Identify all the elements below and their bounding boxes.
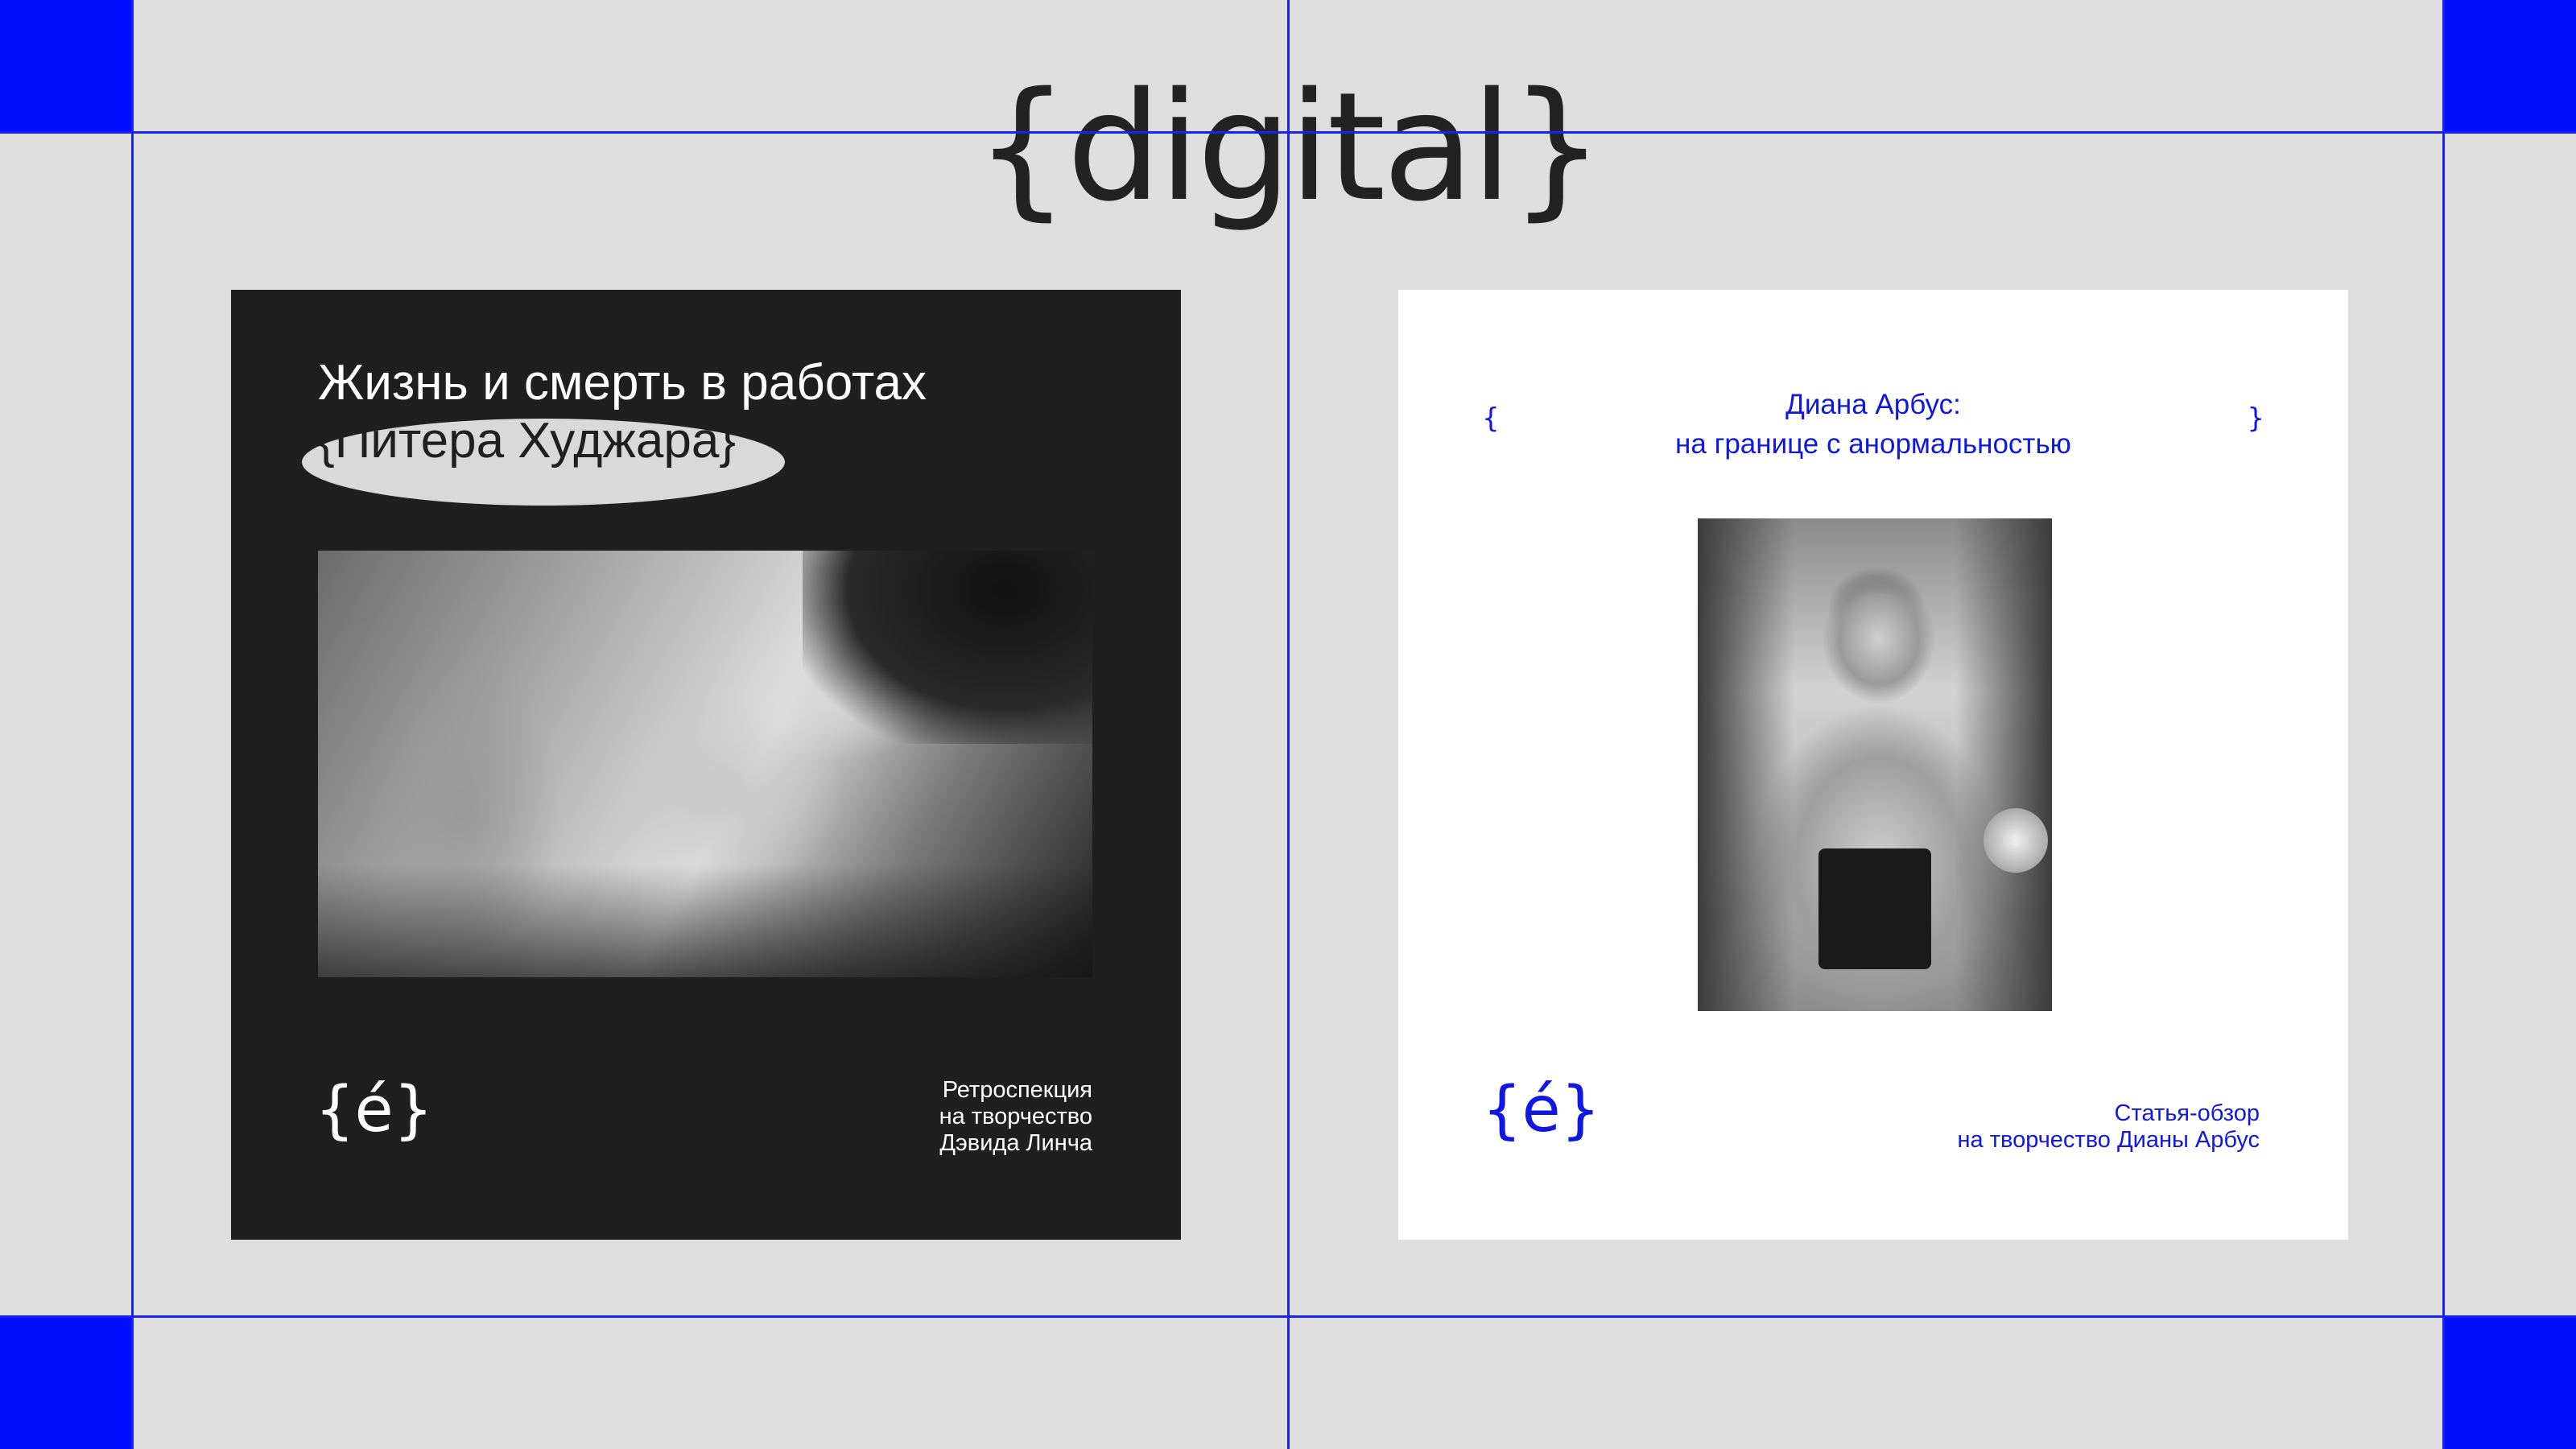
light-caption-line: на творчество Дианы Арбус xyxy=(1957,1127,2260,1153)
light-card-title-line1: Диана Арбус: xyxy=(1785,389,1961,420)
brand-logo: {é} xyxy=(1482,1074,1601,1146)
flash-icon xyxy=(1984,808,2048,873)
light-card-title: Диана Арбус: на границе с анормальностью xyxy=(1398,385,2348,464)
dark-card-caption: Ретроспекция на творчество Дэвида Линча xyxy=(690,1077,1092,1157)
dark-card-title-line1: Жизнь и смерть в работах xyxy=(318,355,927,411)
guide-line-center xyxy=(1287,0,1290,1449)
light-caption-line: Статья-обзор xyxy=(2114,1100,2260,1126)
brand-logo: {é} xyxy=(315,1074,434,1146)
camera-icon xyxy=(1818,848,1931,969)
dark-caption-line: Дэвида Линча xyxy=(939,1130,1092,1156)
guide-line-left xyxy=(131,0,134,1449)
dark-caption-line: на творчество xyxy=(939,1104,1092,1129)
photo-trees-left xyxy=(1698,518,1794,1011)
guide-line-right xyxy=(2442,0,2445,1449)
light-post-card: { } Диана Арбус: на границе с анормально… xyxy=(1398,290,2348,1240)
photo-woman-with-cameras xyxy=(1698,518,2052,1011)
photo-bottom-shade xyxy=(318,865,1092,977)
dark-card-title: Жизнь и смерть в работах {Питера Худжара… xyxy=(302,354,1091,506)
photo-trees-right xyxy=(1955,518,2052,1011)
corner-square-bottom-left xyxy=(0,1315,134,1449)
dark-card-title-line2: {Питера Худжара} xyxy=(318,413,737,469)
light-card-title-line2: на границе с анормальностью xyxy=(1675,428,2071,460)
corner-square-bottom-right xyxy=(2442,1315,2576,1449)
dark-card-title-line2-wrap: {Питера Худжара} xyxy=(302,412,785,506)
photo-man-face xyxy=(318,551,1092,977)
photo-hair-shade xyxy=(803,551,1092,744)
dark-post-card: Жизнь и смерть в работах {Питера Худжара… xyxy=(231,290,1181,1240)
dark-caption-line: Ретроспекция xyxy=(942,1077,1092,1103)
light-card-caption: Статья-обзор на творчество Дианы Арбус xyxy=(1809,1100,2260,1154)
